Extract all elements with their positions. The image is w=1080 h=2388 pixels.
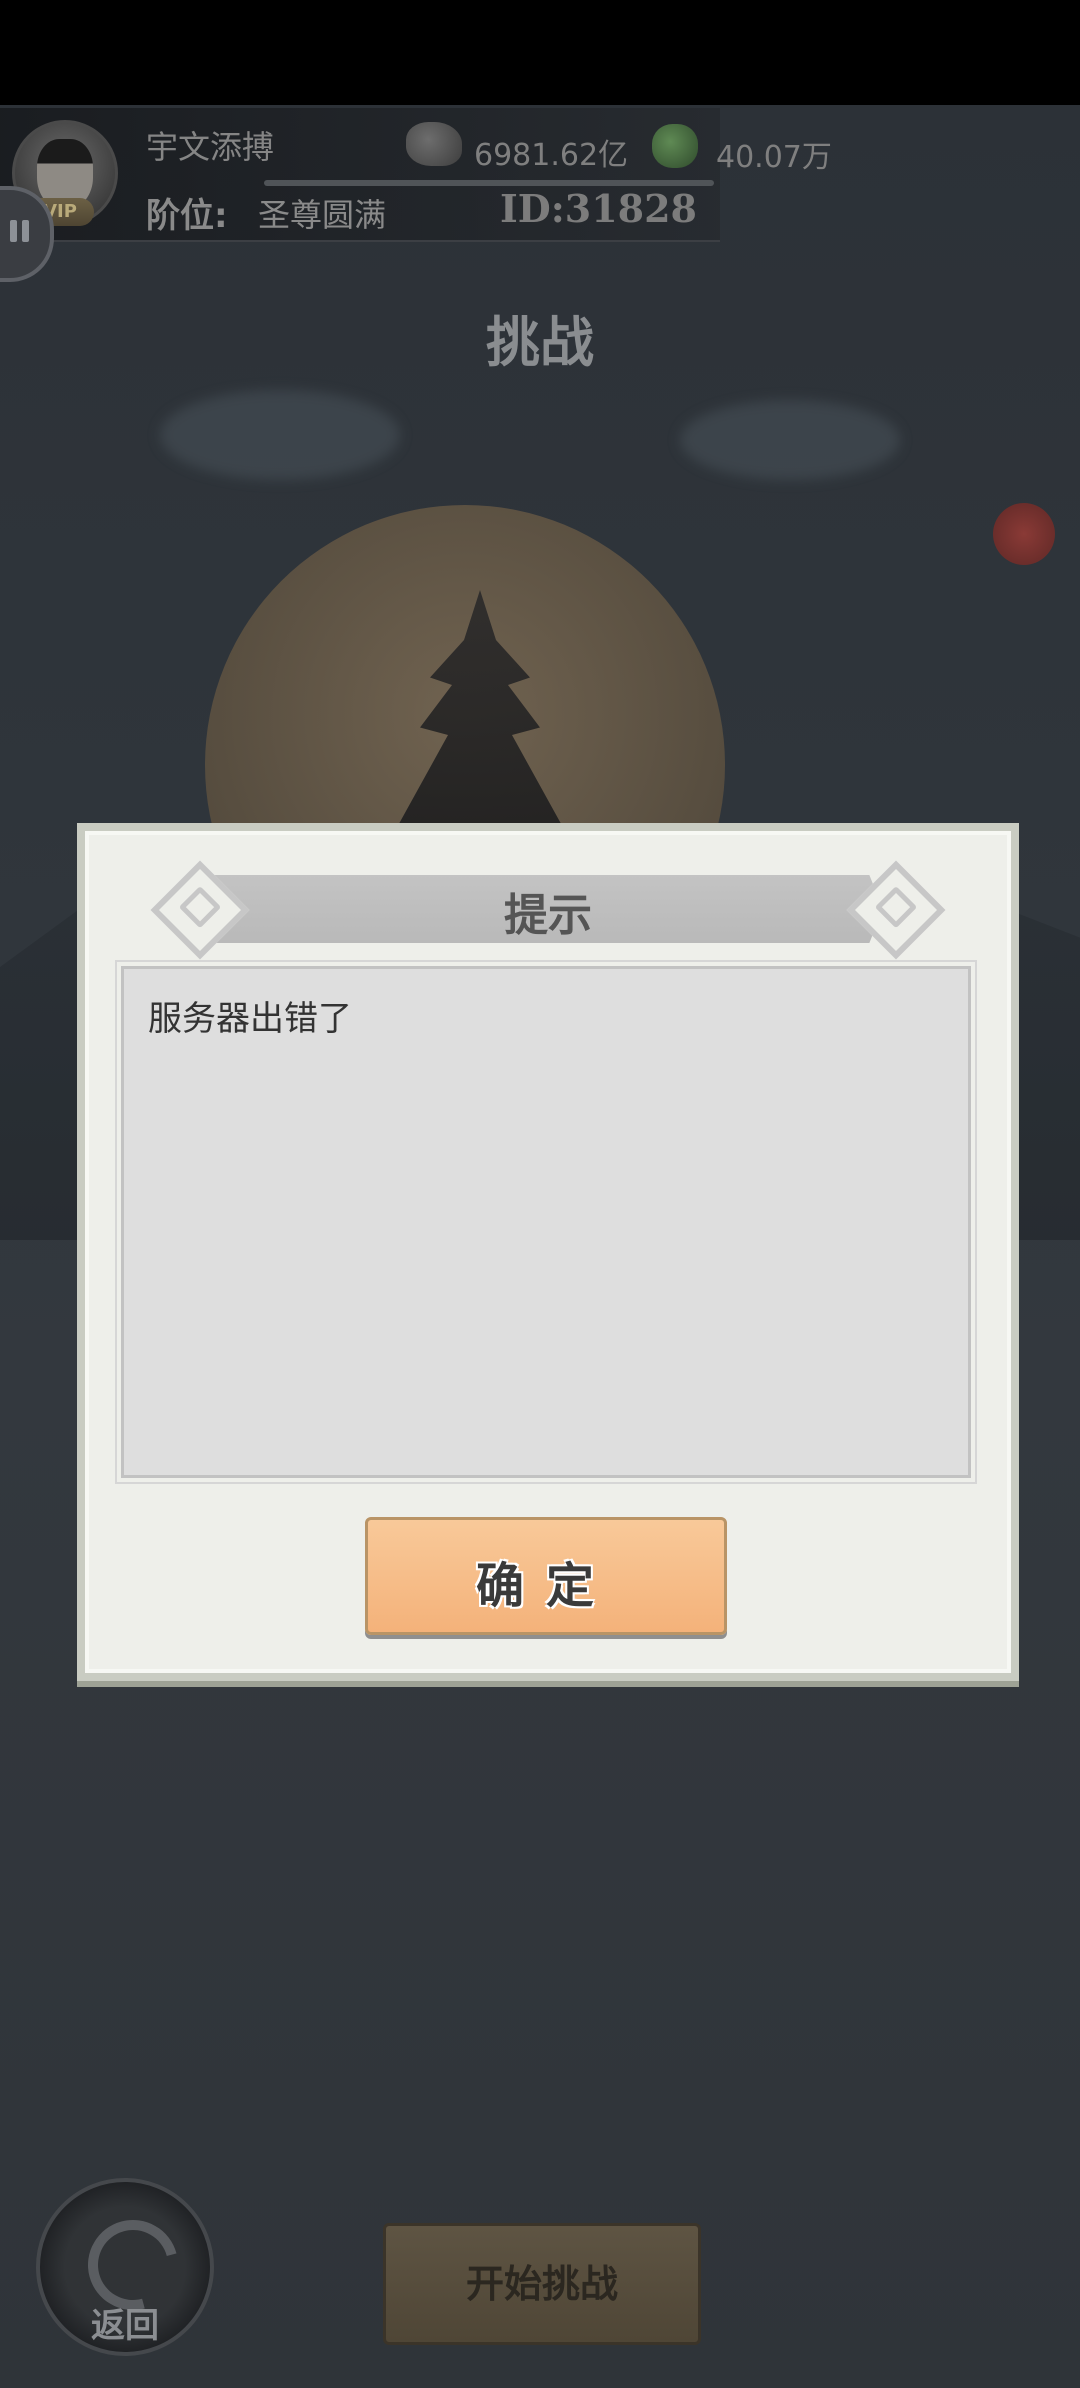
alert-dialog: 提示 服务器出错了 确定 — [77, 823, 1019, 1681]
confirm-button[interactable]: 确定 — [365, 1517, 727, 1635]
confirm-label: 确定 — [475, 1558, 616, 1614]
message-text: 服务器出错了 — [148, 999, 352, 1039]
message-box: 服务器出错了 — [115, 960, 977, 1484]
dialog-title: 提示 — [504, 890, 592, 941]
